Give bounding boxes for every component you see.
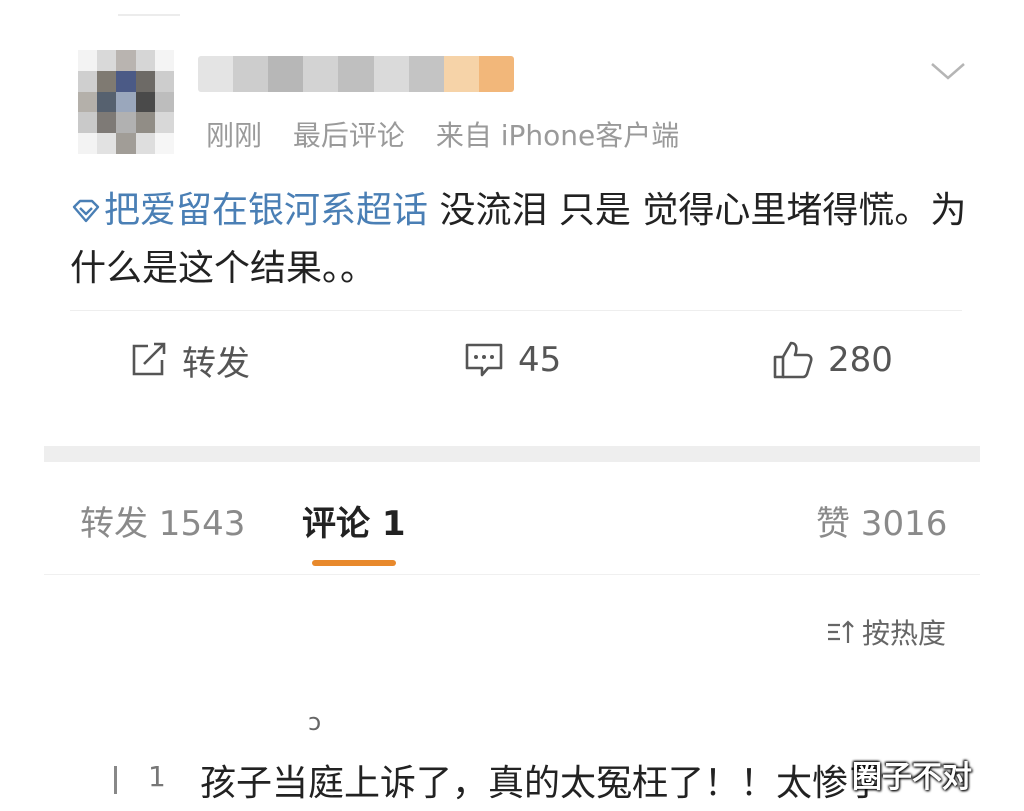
action-divider (70, 310, 962, 311)
section-separator (44, 446, 980, 462)
tab-likes[interactable]: 赞 3016 (816, 496, 947, 545)
tabs-divider (44, 574, 980, 575)
comment-text: 孩子当庭上诉了，真的太冤枉了！！太惨了 (200, 763, 885, 804)
post-text: 把爱留在银河系超话 没流泪 只是 觉得心里堵得慌。为什么是这个结果。。 (70, 182, 970, 298)
sort-button[interactable]: 按热度 (826, 612, 946, 652)
thumbs-up-icon (773, 341, 813, 379)
comment-index: 1 (148, 760, 166, 793)
post-time: 刚刚 (206, 119, 263, 152)
like-button[interactable]: 280 (772, 336, 893, 384)
username-blurred[interactable] (198, 56, 514, 92)
sort-label: 按热度 (862, 617, 947, 650)
share-edit-icon (132, 342, 166, 376)
top-divider-stub (118, 14, 180, 16)
sort-icon (828, 620, 854, 643)
chevron-down-icon[interactable] (928, 58, 968, 84)
watermark: 圈子不对 (852, 760, 972, 795)
tab-comments[interactable]: 评论 1 (302, 496, 406, 545)
post-meta: 刚刚 最后评论 来自 iPhone客户端 (206, 114, 679, 154)
active-tab-indicator (312, 560, 396, 566)
last-comment-label: 最后评论 (292, 119, 405, 152)
comment-bubble-icon (465, 343, 503, 377)
comment-button[interactable]: 45 (464, 336, 561, 384)
repost-button[interactable]: 转发 (130, 336, 250, 384)
comment-marker (114, 766, 117, 794)
avatar[interactable] (78, 50, 174, 154)
topic-link[interactable]: 把爱留在银河系超话 (70, 190, 439, 231)
tab-repost[interactable]: 转发 1543 (80, 496, 245, 545)
repost-label: 转发 (182, 343, 250, 384)
stray-mark: ɔ (308, 708, 322, 736)
topic-label: 把爱留在银河系超话 (104, 190, 429, 231)
comment-count: 45 (518, 340, 562, 380)
diamond-icon (72, 199, 100, 223)
post-source: 来自 iPhone客户端 (435, 119, 680, 152)
like-count: 280 (828, 340, 893, 380)
